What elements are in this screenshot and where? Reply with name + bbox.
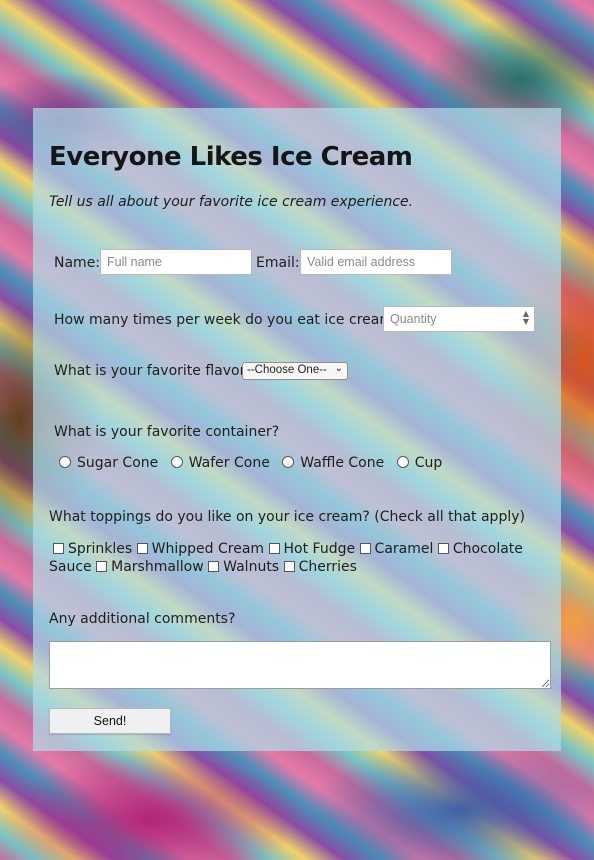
radio-button[interactable] [170,456,183,468]
container-option-cup[interactable]: Cup [396,455,442,471]
flavor-label: What is your favorite flavor? [54,363,253,379]
radio-button[interactable] [282,456,295,468]
topping-option-sprinkles[interactable]: Sprinkles [53,541,132,557]
toppings-label: What toppings do you like on your ice cr… [49,509,525,525]
comments-textarea[interactable] [49,641,551,689]
checkbox[interactable] [136,543,148,554]
topping-option-whipped-cream[interactable]: Whipped Cream [136,541,264,557]
checkbox[interactable] [96,561,108,572]
survey-card: Everyone Likes Ice Cream Tell us all abo… [33,108,561,751]
email-label: Email: [256,255,300,271]
page-subtitle: Tell us all about your favorite ice crea… [49,194,414,210]
checkbox[interactable] [283,561,295,572]
checkbox[interactable] [359,543,371,554]
toppings-options: Sprinkles Whipped Cream Hot Fudge Carame… [49,540,549,576]
name-label: Name: [54,255,101,271]
quantity-input[interactable] [383,306,535,332]
flavor-select-value: --Choose One-- [247,364,327,376]
chevron-down-icon: ⌄ [334,363,343,374]
topping-option-walnuts[interactable]: Walnuts [208,559,279,575]
topping-option-marshmallow[interactable]: Marshmallow [96,559,204,575]
radio-button[interactable] [59,456,71,468]
email-input[interactable] [300,249,452,275]
container-option-wafer-cone[interactable]: Wafer Cone [170,455,270,471]
toppings-label-row: What toppings do you like on your ice cr… [49,509,525,525]
topping-option-hot-fudge[interactable]: Hot Fudge [268,541,355,557]
container-options: Sugar Cone Wafer Cone Waffle Cone Cup [59,455,450,471]
spinner-arrows-icon[interactable]: ▲ ▼ [523,310,529,326]
name-input[interactable] [100,249,252,275]
frequency-label: How many times per week do you eat ice c… [54,312,406,328]
quantity-stepper[interactable]: ▲▼ [383,306,535,332]
checkbox[interactable] [53,543,64,554]
page-title: Everyone Likes Ice Cream [49,142,413,172]
radio-button[interactable] [396,456,409,468]
name-label-row: Name: [54,255,100,271]
container-option-waffle-cone[interactable]: Waffle Cone [282,455,384,471]
comments-label-row: Any additional comments? [49,611,235,627]
send-button[interactable]: Send! [49,708,171,734]
checkbox[interactable] [208,561,220,572]
checkbox[interactable] [437,543,449,554]
container-option-sugar-cone[interactable]: Sugar Cone [59,455,158,471]
comments-label: Any additional comments? [49,611,236,627]
flavor-label-row: What is your favorite flavor? [54,363,253,379]
flavor-select[interactable]: --Choose One-- ⌄ [242,362,348,380]
email-label-row: Email: [256,255,300,271]
frequency-label-row: How many times per week do you eat ice c… [54,312,405,328]
topping-option-caramel[interactable]: Caramel [359,541,433,557]
container-label: What is your favorite container? [54,424,280,440]
topping-option-cherries[interactable]: Cherries [283,559,357,575]
container-label-row: What is your favorite container? [54,424,279,440]
checkbox[interactable] [268,543,280,554]
